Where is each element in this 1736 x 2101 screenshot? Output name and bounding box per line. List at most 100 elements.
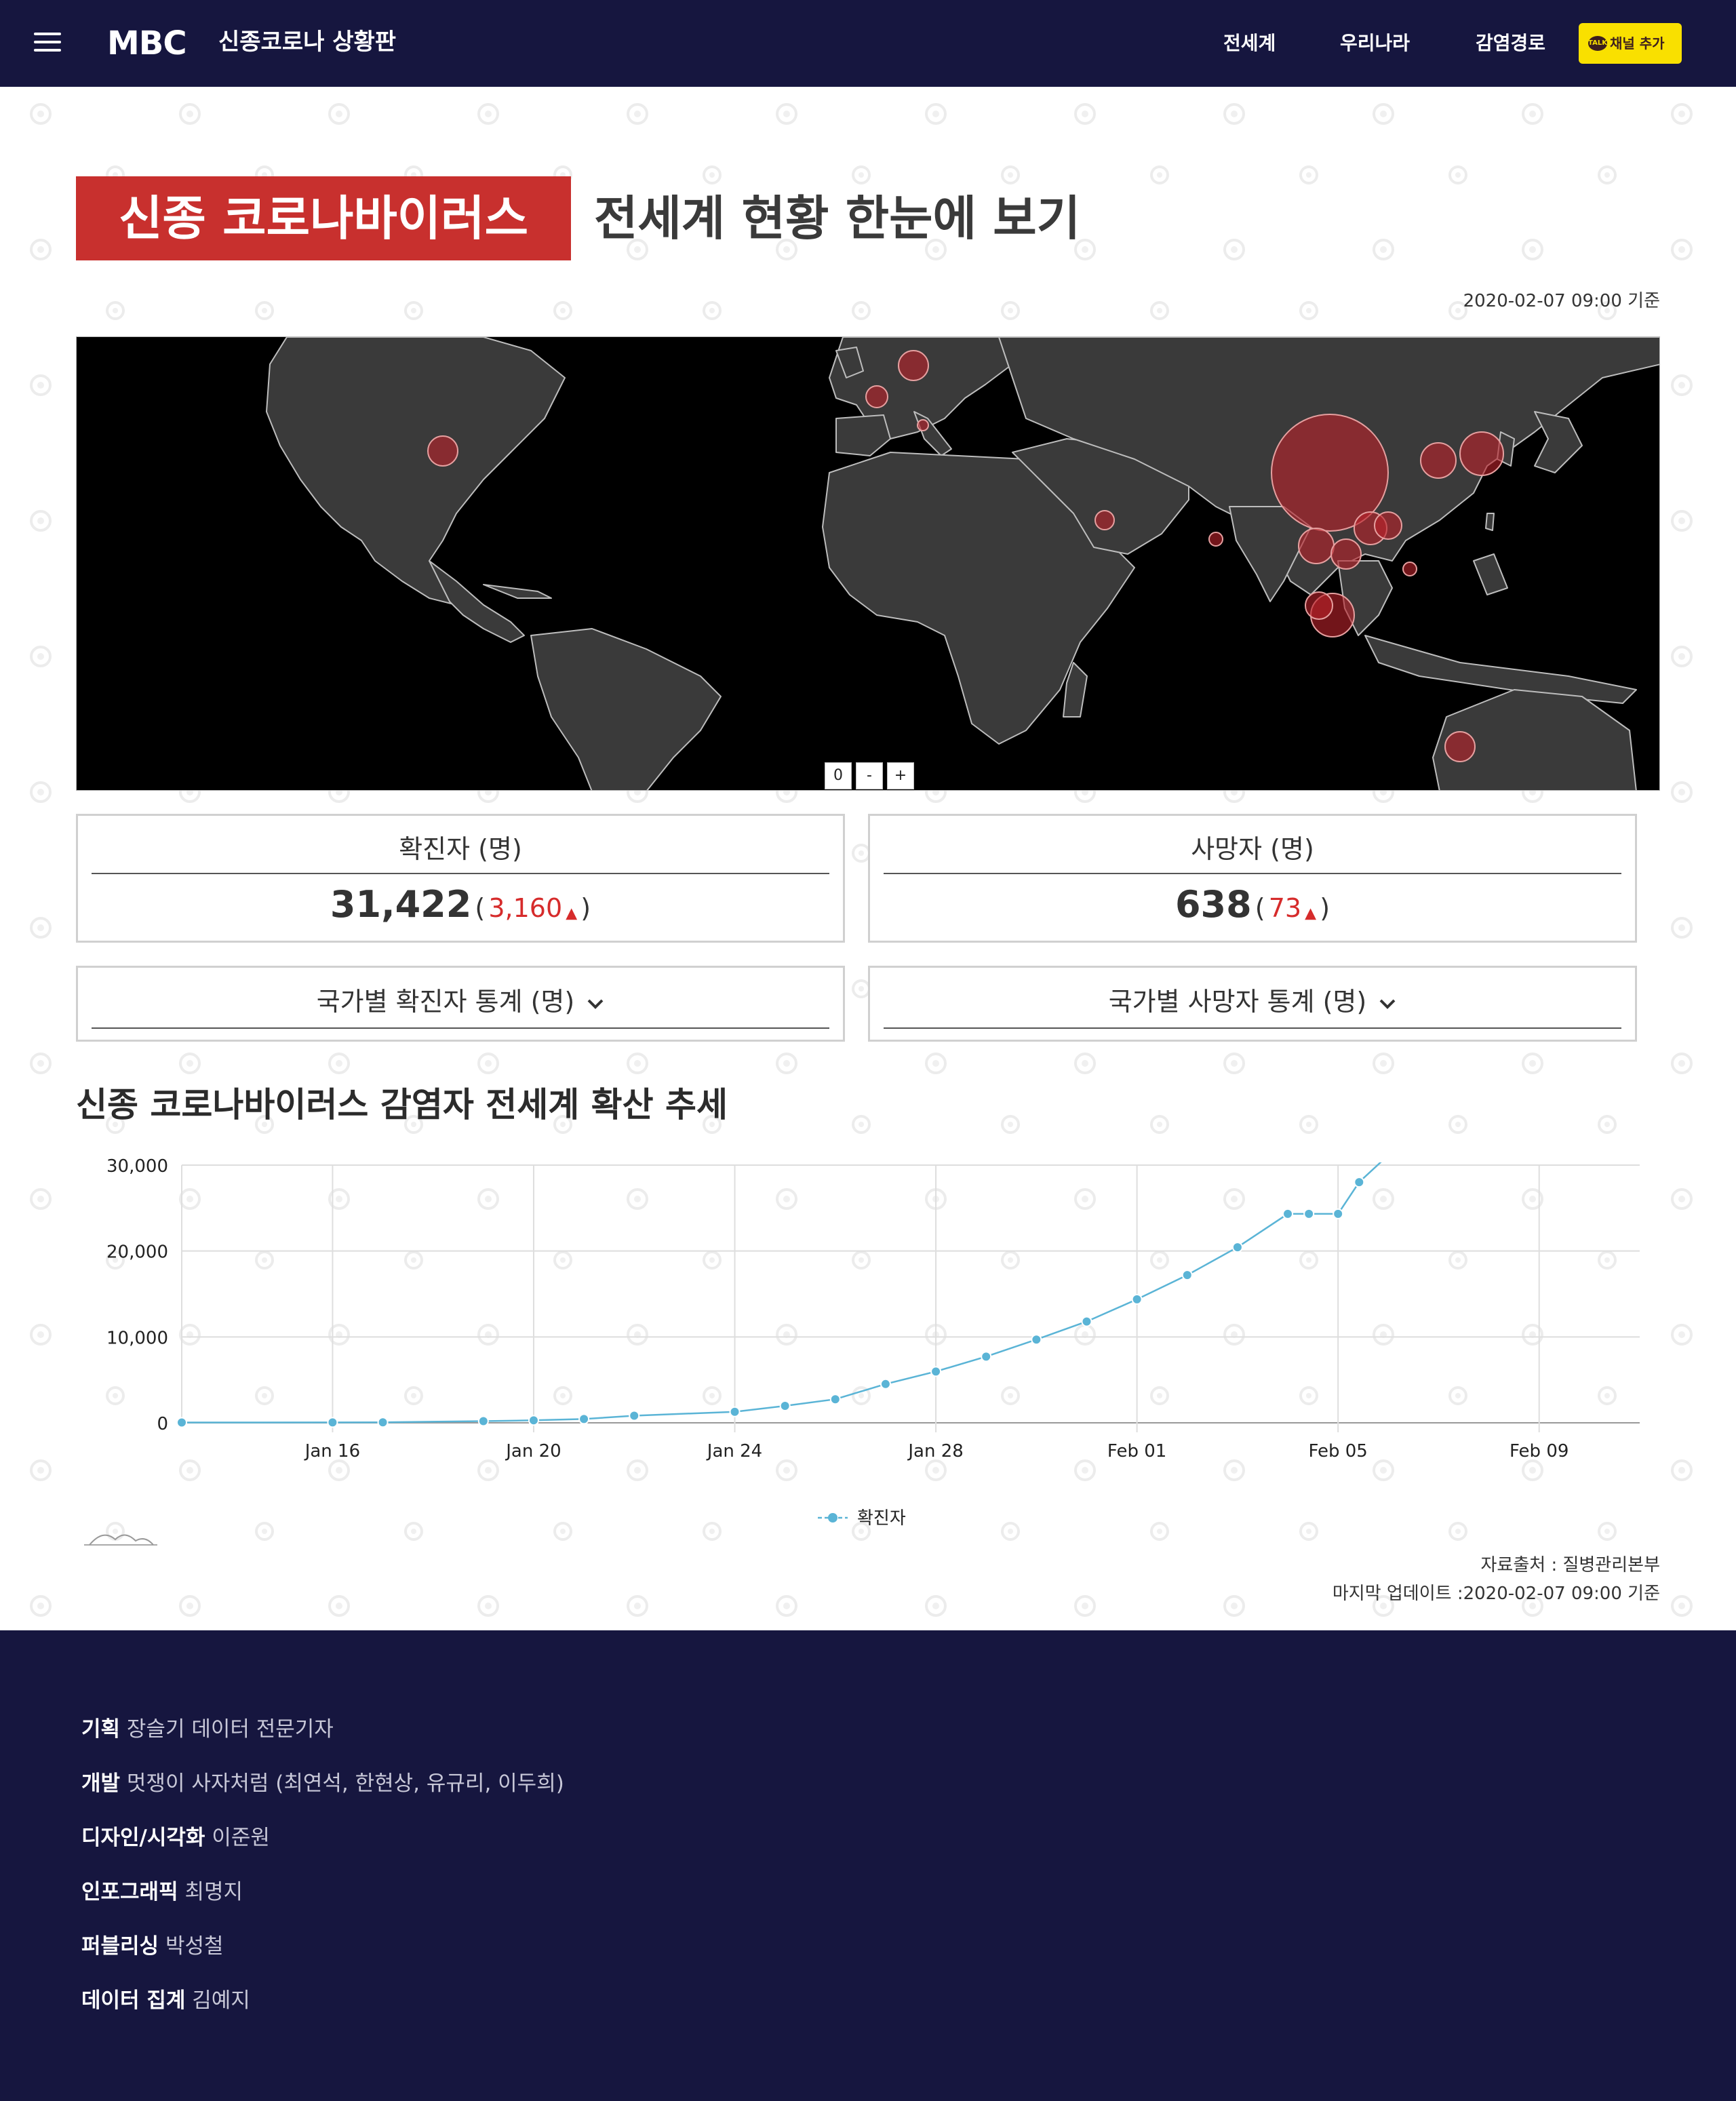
bubble-australia	[1444, 731, 1476, 762]
spread-trend-line-chart: 0 10,000 20,000 30,000 Jan 16 Jan 20 Jan 24 Jan…	[106, 1144, 1640, 1529]
confirmed-stat-card: 확진자 (명) 31,422 ( 3,160 ▲ )	[76, 814, 845, 943]
bubble-india	[1208, 532, 1223, 547]
confirmed-open-paren: (	[475, 893, 486, 923]
data-point	[779, 1400, 791, 1411]
bubble-italy	[917, 419, 929, 431]
confirmed-stat-label: 확진자 (명)	[92, 825, 829, 874]
mbc-logo[interactable]: MBC	[107, 27, 187, 60]
deaths-open-paren: (	[1255, 893, 1265, 923]
bubble-france	[865, 385, 888, 408]
deaths-stat-label: 사망자 (명)	[884, 825, 1621, 874]
map-zoom-out-button[interactable]: -	[856, 762, 883, 789]
confirmed-stat-value-row: 31,422 ( 3,160 ▲ )	[78, 881, 843, 938]
confirmed-by-country-label: 국가별 확진자 통계 (명)	[316, 987, 575, 1017]
bubble-japan	[1459, 431, 1504, 476]
bubble-vietnam	[1330, 538, 1362, 570]
credit-names: 김예지	[192, 1988, 250, 2013]
data-point	[176, 1417, 187, 1428]
bubble-taiwan	[1374, 511, 1402, 540]
data-point	[1181, 1270, 1193, 1281]
map-zoom-reset-button[interactable]: 0	[825, 762, 852, 789]
chart-thumbnail-icon[interactable]	[83, 1526, 159, 1548]
map-zoom-in-button[interactable]: +	[887, 762, 914, 789]
data-point	[1333, 1208, 1344, 1219]
data-source: 자료출처 : 질병관리본부	[1480, 1555, 1661, 1575]
increase-arrow-icon: ▲	[566, 905, 578, 922]
credit-names: 장슬기 데이터 전문기자	[126, 1717, 334, 1742]
site-title[interactable]: 신종코로나 상황판	[218, 26, 396, 58]
data-point	[829, 1394, 841, 1405]
data-point	[729, 1406, 741, 1417]
deaths-stat-value-row: 638 ( 73 ▲ )	[870, 881, 1635, 938]
confirmed-by-country-dropdown[interactable]: 국가별 확진자 통계 (명)	[76, 966, 845, 1042]
increase-arrow-icon: ▲	[1305, 905, 1317, 922]
credit-planning: 기획 장슬기 데이터 전문기자	[81, 1713, 334, 1746]
credit-data: 데이터 집계 김예지	[81, 1984, 250, 2017]
world-map-canvas[interactable]	[77, 337, 1660, 791]
nav-infection-route[interactable]: 감염경로	[1476, 30, 1545, 57]
deaths-by-country-label: 국가별 사망자 통계 (명)	[1108, 987, 1367, 1017]
bubble-malaysia	[1305, 591, 1333, 620]
data-point	[981, 1351, 992, 1362]
kakao-talk-icon: TALK	[1588, 36, 1607, 51]
data-point	[1231, 1242, 1243, 1253]
deaths-by-country-row[interactable]: 국가별 사망자 통계 (명)	[884, 976, 1621, 1029]
credit-development: 개발 멋쟁이 사자처럼 (최연석, 한현상, 유규리, 이두희)	[81, 1767, 564, 1800]
bubble-korea	[1420, 442, 1457, 479]
land-north-america	[266, 337, 566, 606]
credit-infographic: 인포그래픽 최명지	[81, 1876, 243, 1908]
legend-marker-icon	[828, 1513, 837, 1523]
bubble-uae	[1094, 510, 1115, 530]
last-updated: 마지막 업데이트 :2020-02-07 09:00 기준	[1332, 1584, 1660, 1604]
data-point	[629, 1410, 640, 1421]
credit-names: 박성철	[165, 1934, 224, 1959]
credit-role: 퍼블리싱	[81, 1934, 159, 1959]
as-of-timestamp: 2020-02-07 09:00 기준	[1463, 291, 1660, 311]
data-point	[377, 1417, 389, 1428]
series-line-extension	[1388, 1144, 1415, 1155]
credit-names: 멋쟁이 사자처럼 (최연석, 한현상, 유규리, 이두희)	[126, 1771, 564, 1796]
y-tick-label: 0	[157, 1414, 168, 1434]
y-tick-label: 30,000	[106, 1156, 168, 1177]
deaths-by-country-dropdown[interactable]: 국가별 사망자 통계 (명)	[868, 966, 1637, 1042]
credit-role: 디자인/시각화	[81, 1826, 205, 1850]
chevron-down-icon	[1379, 999, 1396, 1009]
x-tick-label: Feb 01	[1107, 1441, 1166, 1461]
deaths-delta: 73	[1268, 893, 1302, 923]
land-indonesia	[1364, 635, 1637, 704]
data-point	[1131, 1293, 1143, 1305]
credit-design: 디자인/시각화 이준원	[81, 1822, 270, 1854]
deaths-count: 638	[1175, 883, 1252, 926]
data-point	[1282, 1208, 1294, 1219]
confirmed-close-paren: )	[580, 893, 591, 923]
footer: 기획 장슬기 데이터 전문기자 개발 멋쟁이 사자처럼 (최연석, 한현상, 유…	[0, 1630, 1736, 2101]
land-taiwan	[1485, 513, 1495, 531]
data-point	[528, 1415, 539, 1426]
credit-names: 최명지	[184, 1880, 243, 1904]
land-japan	[1534, 411, 1583, 473]
channel-add-label: 채널 추가	[1610, 35, 1665, 52]
page-headline: 전세계 현황 한눈에 보기	[594, 191, 1081, 246]
nav-korea[interactable]: 우리나라	[1340, 30, 1410, 57]
confirmed-by-country-row[interactable]: 국가별 확진자 통계 (명)	[92, 976, 829, 1029]
land-philippines	[1473, 553, 1508, 595]
data-point	[1354, 1177, 1365, 1188]
x-tick-label: Jan 24	[706, 1441, 762, 1461]
kakao-channel-add-button[interactable]: TALK 채널 추가	[1579, 23, 1682, 64]
world-map[interactable]	[76, 336, 1660, 791]
land-south-america	[530, 628, 722, 790]
x-tick-label: Feb 05	[1308, 1441, 1367, 1461]
data-point	[1303, 1208, 1315, 1219]
land-iberia	[835, 414, 891, 456]
data-point	[578, 1413, 590, 1425]
x-tick-label: Jan 28	[907, 1441, 963, 1461]
legend-label: 확진자	[857, 1508, 906, 1529]
data-point	[930, 1366, 942, 1377]
nav-world[interactable]: 전세계	[1223, 30, 1276, 57]
data-point	[1031, 1334, 1042, 1346]
trend-chart-title: 신종 코로나바이러스 감염자 전세계 확산 추세	[76, 1085, 728, 1124]
top-navigation-bar: MBC 신종코로나 상황판 전세계 우리나라 감염경로 TALK 채널 추가	[0, 0, 1736, 87]
menu-icon[interactable]	[34, 33, 61, 53]
land-cuba	[483, 584, 552, 599]
bubble-thailand	[1298, 528, 1335, 564]
